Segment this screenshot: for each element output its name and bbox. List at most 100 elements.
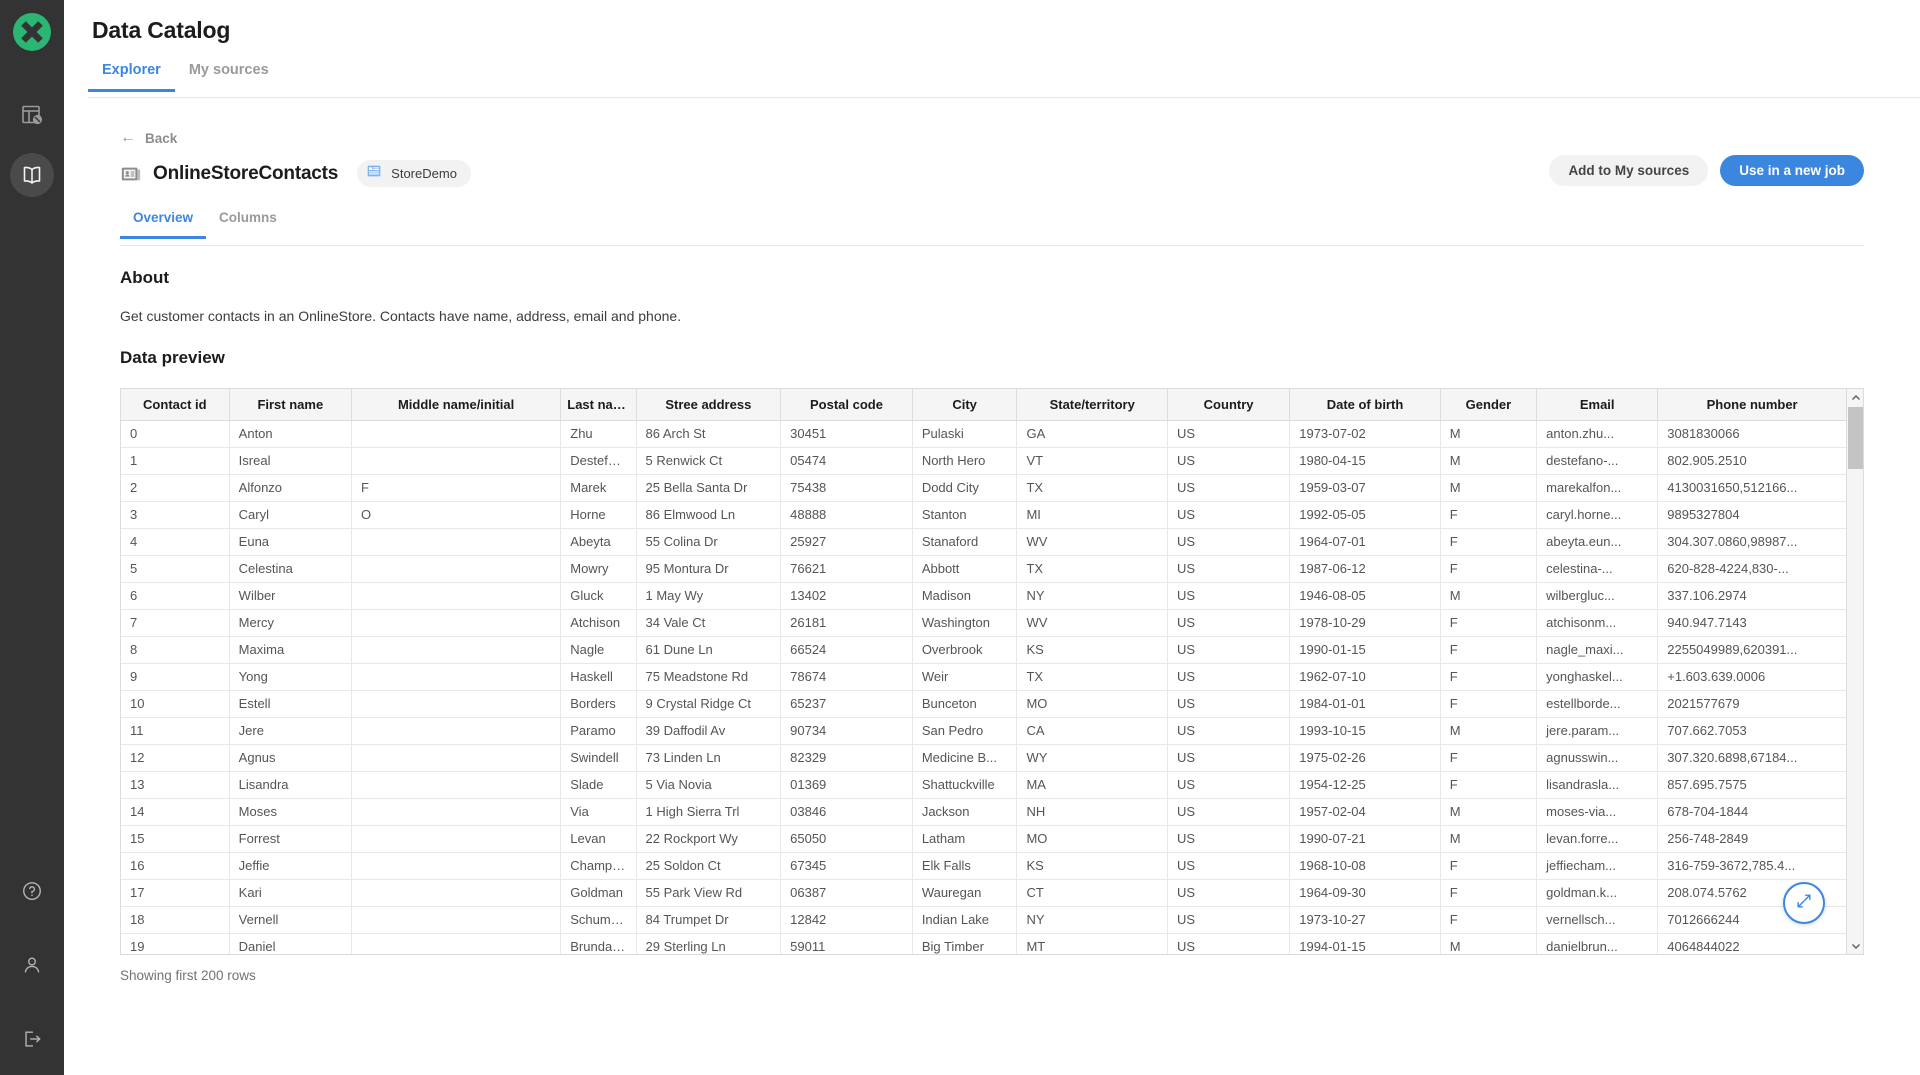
rail-primary-items (10, 93, 54, 197)
table-cell: 76621 (780, 555, 913, 583)
table-cell: 1992-05-05 (1289, 501, 1441, 529)
table-cell: 2021577679 (1657, 690, 1846, 718)
table-row[interactable]: 13 Lisandra Slade 5 Via Novia 01369 Shattuckv… (121, 771, 1846, 799)
table-cell: Wilber (229, 582, 352, 610)
table-cell: Slade (560, 771, 637, 799)
sidebar-item-datasets[interactable] (10, 93, 54, 137)
page-title: Data Catalog (92, 17, 231, 43)
table-cell: 67345 (780, 852, 913, 880)
chevron-up-icon[interactable] (1847, 389, 1863, 406)
table-cell: 48888 (780, 501, 913, 529)
column-header[interactable]: Country (1167, 389, 1291, 421)
add-to-my-sources-button[interactable]: Add to My sources (1549, 155, 1709, 186)
table-cell: M (1440, 474, 1538, 502)
table-row[interactable]: 11 Jere Paramo 39 Daffodil Av 90734 San Pedro… (121, 717, 1846, 745)
account-button[interactable] (10, 943, 54, 987)
table-row[interactable]: 3 Caryl O Horne 86 Elmwood Ln 48888 Stanton MI U… (121, 501, 1846, 529)
column-header[interactable]: Contact id (121, 389, 230, 421)
table-cell: F (1440, 690, 1538, 718)
table-cell: estellborde... (1536, 690, 1659, 718)
table-cell: Maxima (229, 636, 352, 664)
use-in-new-job-button[interactable]: Use in a new job (1720, 155, 1864, 186)
table-cell: US (1167, 906, 1291, 934)
table-row[interactable]: 8 Maxima Nagle 61 Dune Ln 66524 Overbrook KS US… (121, 636, 1846, 664)
table-row[interactable]: 10 Estell Borders 9 Crystal Ridge Ct 65237 Bu… (121, 690, 1846, 718)
table-cell: Moses (229, 798, 352, 826)
table-cell: 802.905.2510 (1657, 447, 1846, 475)
column-header[interactable]: Email (1536, 389, 1659, 421)
table-cell: 8 (121, 636, 230, 664)
chevron-down-icon[interactable] (1847, 937, 1863, 954)
column-header[interactable]: Gender (1440, 389, 1538, 421)
table-cell: 12842 (780, 906, 913, 934)
tab-explorer[interactable]: Explorer (88, 62, 175, 92)
table-cell: Borders (560, 690, 637, 718)
column-header[interactable]: Phone number (1657, 389, 1846, 421)
table-row[interactable]: 2 Alfonzo F Marek 25 Bella Santa Dr 75438 Dodd… (121, 474, 1846, 502)
table-row[interactable]: 9 Yong Haskell 75 Meadstone Rd 78674 Weir TX US… (121, 663, 1846, 691)
table-cell: US (1167, 663, 1291, 691)
datasets-icon (20, 103, 44, 127)
table-cell: 65237 (780, 690, 913, 718)
tab-columns[interactable]: Columns (206, 210, 290, 239)
table-cell: F (1440, 744, 1538, 772)
column-header[interactable]: First name (229, 389, 352, 421)
tab-my-sources[interactable]: My sources (175, 62, 283, 92)
column-header[interactable]: Stree address (636, 389, 782, 421)
table-vertical-scrollbar[interactable] (1846, 389, 1863, 954)
table-cell: F (1440, 879, 1538, 907)
table-cell: 5 Via Novia (636, 771, 782, 799)
table-cell (351, 528, 562, 556)
table-row[interactable]: 15 Forrest Levan 22 Rockport Wy 65050 Latham M… (121, 825, 1846, 853)
table-cell (351, 852, 562, 880)
table-row[interactable]: 4 Euna Abeyta 55 Colina Dr 25927 Stanaford WV U… (121, 528, 1846, 556)
table-cell: 1973-10-27 (1289, 906, 1441, 934)
table-cell: F (1440, 663, 1538, 691)
table-cell: Stanton (912, 501, 1018, 529)
table-cell: 05474 (780, 447, 913, 475)
table-cell: M (1440, 420, 1538, 448)
column-header[interactable]: Date of birth (1289, 389, 1441, 421)
table-row[interactable]: 1 Isreal Destefano 5 Renwick Ct 05474 North H… (121, 447, 1846, 475)
table-row[interactable]: 14 Moses Via 1 High Sierra Trl 03846 Jackson N… (121, 798, 1846, 826)
logout-button[interactable] (10, 1017, 54, 1061)
table-row[interactable]: 12 Agnus Swindell 73 Linden Ln 82329 Medicine… (121, 744, 1846, 772)
table-cell: 25927 (780, 528, 913, 556)
table-row[interactable]: 5 Celestina Mowry 95 Montura Dr 76621 Abbott T… (121, 555, 1846, 583)
sidebar-item-catalog[interactable] (10, 153, 54, 197)
table-cell: 86 Elmwood Ln (636, 501, 782, 529)
column-header[interactable]: City (912, 389, 1018, 421)
table-row[interactable]: 0 Anton Zhu 86 Arch St 30451 Pulaski GA US 1973-… (121, 420, 1846, 448)
column-header[interactable]: Postal code (780, 389, 913, 421)
table-cell: MA (1016, 771, 1168, 799)
table-row[interactable]: 19 Daniel Brundage 29 Sterling Ln 59011 Big T… (121, 933, 1846, 954)
table-cell: US (1167, 717, 1291, 745)
scrollbar-thumb[interactable] (1848, 407, 1863, 469)
back-button[interactable]: ← Back (120, 130, 177, 146)
table-row[interactable]: 16 Jeffie Champion 25 Soldon Ct 67345 Elk Fal… (121, 852, 1846, 880)
table-row[interactable]: 18 Vernell Schumacher 84 Trumpet Dr 12842 Ind… (121, 906, 1846, 934)
table-cell: 7 (121, 609, 230, 637)
status-badge[interactable]: StoreDemo (357, 160, 471, 187)
table-cell: 620-828-4224,830-... (1657, 555, 1846, 583)
table-cell: abeyta.eun... (1536, 528, 1659, 556)
table-cell: 9 Crystal Ridge Ct (636, 690, 782, 718)
table-cell: US (1167, 474, 1291, 502)
table-cell: 11 (121, 717, 230, 745)
table-cell: Destefano (560, 447, 637, 475)
table-cell: US (1167, 852, 1291, 880)
expand-table-button[interactable] (1783, 882, 1825, 924)
table-cell: 90734 (780, 717, 913, 745)
table-row[interactable]: 17 Kari Goldman 55 Park View Rd 06387 Waurega… (121, 879, 1846, 907)
main-content: ← Back OnlineStoreContacts StoreDemo Add… (64, 98, 1920, 1075)
column-header[interactable]: State/territory (1016, 389, 1168, 421)
column-header[interactable]: Middle name/initial (351, 389, 562, 421)
table-row[interactable]: 7 Mercy Atchison 34 Vale Ct 26181 Washington W… (121, 609, 1846, 637)
help-button[interactable] (10, 869, 54, 913)
column-header[interactable]: Last name (560, 389, 637, 421)
table-cell: caryl.horne... (1536, 501, 1659, 529)
table-cell: 5 Renwick Ct (636, 447, 782, 475)
table-row[interactable]: 6 Wilber Gluck 1 May Wy 13402 Madison NY US 1946… (121, 582, 1846, 610)
clover-logo-icon[interactable] (9, 9, 55, 55)
tab-overview[interactable]: Overview (120, 210, 207, 239)
